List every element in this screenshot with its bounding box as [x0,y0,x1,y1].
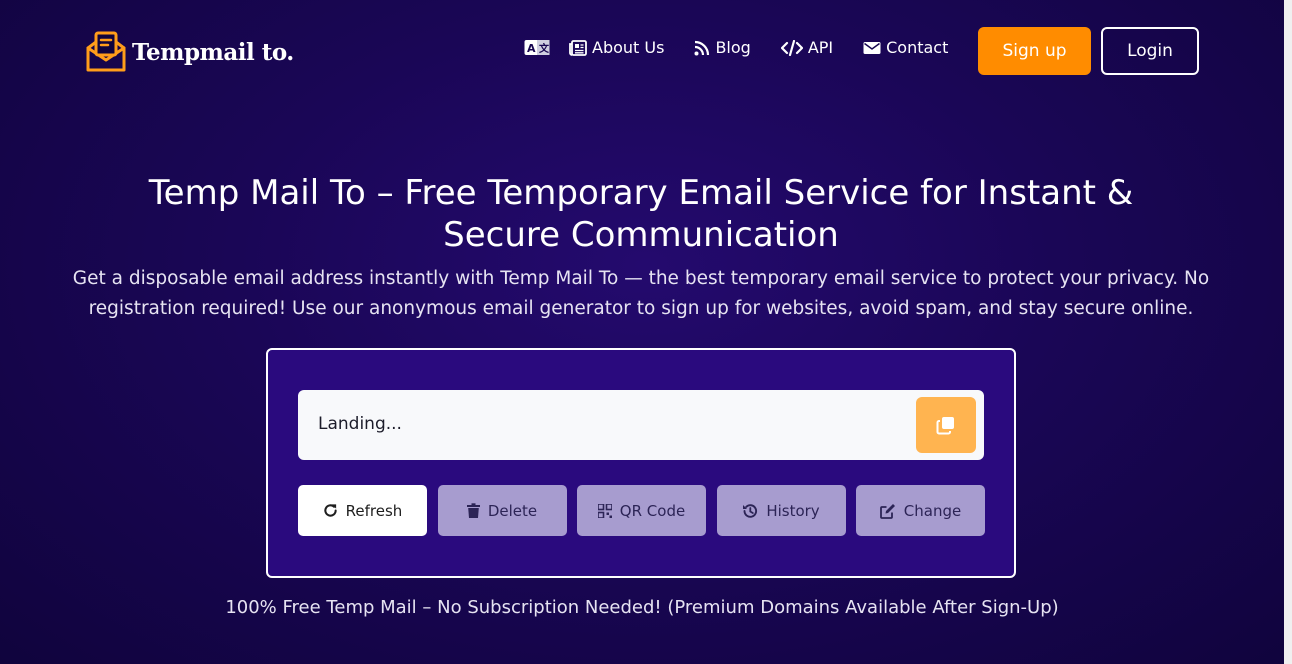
language-switcher[interactable]: A 文 [524,39,555,57]
envelope-logo-icon [86,31,126,72]
nav-contact[interactable]: Contact [863,38,948,57]
code-icon [780,39,803,56]
delete-label: Delete [487,501,538,520]
svg-text:A: A [527,42,536,55]
signup-button[interactable]: Sign up [978,27,1091,75]
qrcode-icon [597,503,612,518]
nav-label: About Us [592,38,665,57]
login-button[interactable]: Login [1101,27,1199,75]
envelope-icon [863,41,881,54]
nav-label: Blog [715,38,751,57]
trash-icon [466,503,480,518]
refresh-icon [324,504,337,517]
qrcode-label: QR Code [619,501,686,520]
translate-icon: A 文 [524,39,550,55]
temp-mail-panel: Landing... Refresh Delete QR Code Histor… [266,348,1016,578]
page-title: Temp Mail To – Free Temporary Email Serv… [148,173,1134,255]
logo[interactable]: Tempmail to. [84,30,294,74]
newspaper-icon [569,39,587,56]
brand-name: Tempmail to. [132,38,294,66]
page-subtitle: Get a disposable email address instantly… [72,268,1210,319]
refresh-label: Refresh [345,501,403,520]
change-button[interactable]: Change [856,485,985,536]
nav-blog[interactable]: Blog [694,38,751,57]
nav-about-us[interactable]: About Us [569,38,664,57]
refresh-button[interactable]: Refresh [298,485,427,536]
copy-button[interactable] [916,397,976,453]
svg-text:文: 文 [539,42,550,55]
main-nav: A 文 About Us Blog API Contact [524,38,978,57]
change-label: Change [903,501,962,520]
rss-icon [694,40,710,55]
copy-icon [936,417,954,435]
mailbox-actions: Refresh Delete QR Code History Change [298,485,996,536]
email-address-field[interactable]: Landing... [298,390,984,460]
nav-api[interactable]: API [780,38,834,57]
history-icon [743,503,758,518]
email-address-value: Landing... [318,414,402,434]
qrcode-button[interactable]: QR Code [577,485,706,536]
free-service-note: 100% Free Temp Mail – No Subscription Ne… [225,597,1059,618]
nav-label: API [807,38,834,57]
site-header: Tempmail to. A 文 About Us Blog API Conta… [0,0,1284,104]
delete-button[interactable]: Delete [437,485,567,536]
history-label: History [766,501,820,520]
nav-label: Contact [886,38,949,57]
scrollbar[interactable] [1284,0,1292,664]
edit-icon [879,503,895,519]
history-button[interactable]: History [716,485,846,536]
